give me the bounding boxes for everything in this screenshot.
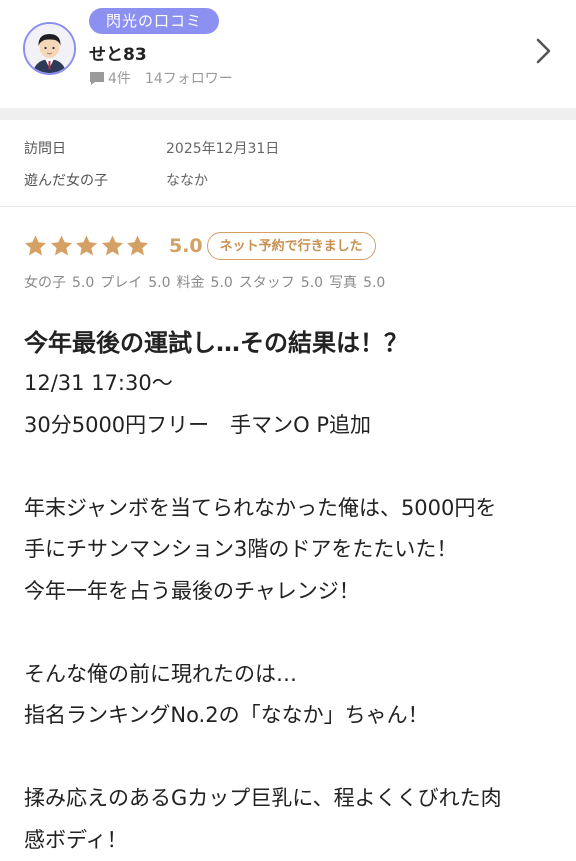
comment-icon [89,71,105,86]
review-tier-badge: 閃光の口コミ [89,8,219,34]
blank-line [24,737,556,779]
visit-info: 訪問日 2025年12月31日 遊んだ女の子 ななか [0,120,576,196]
blank-line [24,446,556,488]
reviewer-header[interactable]: 閃光の口コミ せと83 4件 14フォロワー [0,0,576,108]
section-divider [0,108,576,120]
avatar-illustration [25,24,74,73]
star-icon [125,234,150,258]
review-line: 今年一年を占う最後のチャレンジ！ [24,571,556,613]
star-icon [23,234,48,258]
user-stats: 4件 14フォロワー [89,68,233,88]
chevron-right-icon[interactable] [534,37,554,65]
girl-row: 遊んだ女の子 ななか [0,164,576,196]
review-count: 4件 [108,68,131,88]
sub-rating-value: 5.0 [363,275,385,291]
divider [0,206,576,207]
visit-date-row: 訪問日 2025年12月31日 [0,132,576,164]
sub-rating-label: 料金 [177,275,205,291]
review-line: 12/31 17:30〜 [24,363,556,405]
sub-rating-item: スタッフ 5.0 [239,275,323,291]
visit-date-value: 2025年12月31日 [166,138,279,158]
rating-score: 5.0 [169,235,203,257]
review-line: 揉み応えのあるGカップ巨乳に、程よくくびれた肉 [24,778,556,820]
star-icon [74,234,99,258]
rating-row: 5.0 ネット予約で行きました [0,230,576,262]
review-line: 感ボディ！ [24,820,556,861]
girl-value: ななか [166,170,208,190]
star-icon [49,234,74,258]
visit-date-label: 訪問日 [0,138,166,158]
review-line: 30分5000円フリー 手マンO P追加 [24,405,556,447]
sub-rating-label: プレイ [100,275,142,291]
sub-rating-value: 5.0 [148,275,170,291]
sub-ratings: 女の子 5.0 プレイ 5.0 料金 5.0 スタッフ 5.0 写真 5.0 [0,272,576,294]
sub-rating-item: 女の子 5.0 [24,275,94,291]
avatar [23,22,76,75]
sub-rating-label: 写真 [329,275,357,291]
sub-rating-label: スタッフ [239,275,295,291]
follower-count: 14フォロワー [145,68,233,88]
review-line: 指名ランキングNo.2の「ななか」ちゃん！ [24,695,556,737]
review-title: 今年最後の運試し…その結果は！？ [0,323,576,361]
star-rating [23,234,151,258]
review-body: 12/31 17:30〜30分5000円フリー 手マンO P追加年末ジャンボを当… [0,363,576,861]
booking-badge: ネット予約で行きました [207,232,376,260]
sub-rating-item: 料金 5.0 [177,275,233,291]
sub-rating-value: 5.0 [211,275,233,291]
sub-rating-item: プレイ 5.0 [100,275,170,291]
sub-rating-item: 写真 5.0 [329,275,385,291]
review-line: そんな俺の前に現れたのは… [24,654,556,696]
star-icon [100,234,125,258]
girl-label: 遊んだ女の子 [0,170,166,190]
blank-line [24,612,556,654]
username[interactable]: せと83 [89,40,147,65]
sub-rating-value: 5.0 [301,275,323,291]
sub-rating-value: 5.0 [72,275,94,291]
review-line: 年末ジャンボを当てられなかった俺は、5000円を [24,488,556,530]
sub-rating-label: 女の子 [24,275,66,291]
review-line: 手にチサンマンション3階のドアをたたいた！ [24,529,556,571]
